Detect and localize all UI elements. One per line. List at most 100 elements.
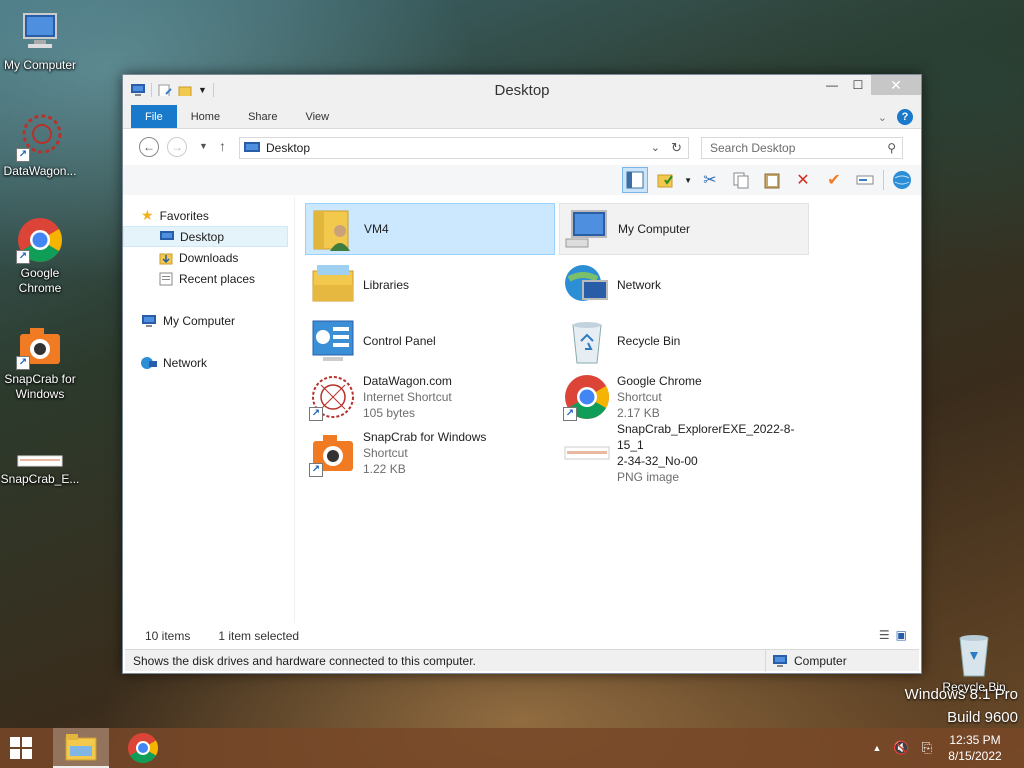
nav-label: Desktop — [180, 229, 225, 244]
item-control-panel[interactable]: Control Panel — [305, 315, 555, 367]
nav-my-computer[interactable]: My Computer — [123, 310, 294, 331]
window-controls: — ☐ ✕ — [819, 75, 921, 95]
paste-icon[interactable] — [759, 167, 785, 193]
maximize-button[interactable]: ☐ — [845, 75, 871, 95]
show-hidden-icons-icon[interactable]: ▲ — [872, 743, 881, 753]
network-status-icon[interactable]: ⎘ — [922, 740, 932, 756]
recycle-bin-icon — [563, 317, 611, 365]
item-vm4[interactable]: VM4 — [305, 203, 555, 255]
nav-desktop[interactable]: Desktop — [123, 226, 288, 247]
desktop-icon-snapcrab-png[interactable]: SnapCrab_E... — [0, 440, 80, 487]
details-bar: Shows the disk drives and hardware conne… — [125, 649, 919, 672]
computer-icon — [16, 8, 64, 56]
expand-ribbon-icon[interactable]: ⌄ — [878, 111, 887, 124]
copy-icon[interactable] — [728, 167, 754, 193]
item-size: 1.22 KB — [363, 462, 406, 476]
start-button[interactable] — [10, 737, 32, 759]
cut-icon[interactable]: ✂ — [697, 167, 723, 193]
minimize-button[interactable]: — — [819, 75, 845, 95]
item-my-computer[interactable]: My Computer — [559, 203, 809, 255]
datawagon-icon: ↗ — [309, 373, 357, 421]
desktop-icon-chrome[interactable]: ↗ Google Chrome — [0, 216, 80, 296]
desktop-icon-snapcrab[interactable]: ↗ SnapCrab for Windows — [0, 322, 80, 402]
tab-home[interactable]: Home — [177, 105, 234, 128]
refresh-icon[interactable]: ↻ — [671, 140, 682, 156]
close-button[interactable]: ✕ — [871, 75, 921, 95]
rename-icon[interactable] — [852, 167, 878, 193]
datawagon-icon: ↗ — [16, 114, 64, 162]
taskbar: ▲ 🔇 ⎘ 12:35 PM 8/15/2022 — [0, 728, 1024, 768]
clock-time: 12:35 PM — [949, 733, 1001, 747]
item-snapcrab-png[interactable]: SnapCrab_ExplorerEXE_2022-8-15_1 2-34-32… — [559, 422, 809, 484]
downloads-folder-icon — [159, 253, 173, 264]
item-name: SnapCrab_ExplorerEXE_2022-8-15_1 — [617, 422, 795, 452]
nav-favorites[interactable]: ★ Favorites — [123, 205, 294, 226]
up-arrow-icon[interactable]: ↑ — [219, 138, 226, 154]
ribbon-tabs: File Home Share View ⌄ ? — [123, 105, 921, 129]
recent-locations-icon[interactable]: ▼ — [199, 141, 208, 151]
search-icon[interactable]: ⚲ — [887, 138, 896, 158]
nav-label: Favorites — [159, 208, 209, 223]
search-input[interactable]: Search Desktop ⚲ — [701, 137, 903, 159]
nav-label: Network — [163, 355, 208, 370]
clock[interactable]: 12:35 PM 8/15/2022 — [944, 732, 1006, 764]
shortcut-arrow-icon: ↗ — [309, 463, 323, 477]
chrome-icon — [128, 733, 159, 764]
png-image-icon — [16, 440, 64, 470]
chevron-down-icon[interactable]: ⌄ — [651, 141, 660, 154]
item-name: Recycle Bin — [617, 334, 681, 348]
status-description: Shows the disk drives and hardware conne… — [133, 653, 476, 668]
chevron-down-icon[interactable]: ▼ — [684, 176, 692, 185]
windows-watermark: Windows 8.1 Pro Build 9600 — [905, 686, 1018, 726]
desktop-icon-label: My Computer — [3, 58, 77, 72]
file-explorer-icon — [65, 734, 97, 761]
system-tray: ▲ 🔇 ⎘ 12:35 PM 8/15/2022 — [872, 728, 1024, 768]
help-icon[interactable]: ? — [897, 109, 913, 125]
item-google-chrome[interactable]: ↗ Google Chrome Shortcut 2.17 KB — [559, 371, 809, 423]
checkmark-icon[interactable]: ✔ — [821, 167, 847, 193]
volume-muted-icon[interactable]: 🔇 — [893, 740, 909, 756]
item-count: 10 items — [145, 629, 191, 643]
title-bar[interactable]: ▼ Desktop — ☐ ✕ — [123, 75, 921, 105]
nav-network[interactable]: Network — [123, 352, 294, 373]
taskbar-file-explorer[interactable] — [53, 728, 109, 768]
desktop-icon-datawagon[interactable]: ↗ DataWagon... — [0, 114, 80, 179]
taskbar-chrome[interactable] — [115, 728, 171, 768]
details-view-icon[interactable]: ☰ — [879, 628, 890, 642]
desktop-icon — [160, 231, 174, 240]
item-name: Google Chrome — [617, 374, 702, 388]
preview-pane-icon[interactable] — [622, 167, 649, 193]
computer-icon — [773, 654, 787, 667]
desktop-icon-label: DataWagon... — [3, 164, 77, 178]
navigation-pane: ★ Favorites Desktop Downloads Recent pla… — [123, 197, 295, 623]
computer-icon — [564, 205, 612, 253]
item-network[interactable]: Network — [559, 259, 809, 311]
item-datawagon[interactable]: ↗ DataWagon.com Internet Shortcut 105 by… — [305, 371, 555, 423]
item-name: My Computer — [618, 222, 691, 236]
tab-share[interactable]: Share — [234, 105, 291, 128]
windows-logo-icon — [10, 737, 20, 747]
png-image-icon — [563, 429, 611, 477]
globe-icon[interactable] — [889, 167, 915, 193]
forward-button[interactable]: → — [167, 137, 187, 157]
nav-label: Downloads — [179, 250, 239, 265]
tab-file[interactable]: File — [131, 105, 177, 128]
large-icons-view-icon[interactable]: ▣ — [896, 628, 907, 642]
desktop-icon-my-computer[interactable]: My Computer — [0, 8, 80, 73]
folder-options-icon[interactable] — [653, 167, 679, 193]
address-bar[interactable]: Desktop ⌄ ↻ — [239, 137, 689, 159]
item-size: 2.17 KB — [617, 406, 660, 420]
item-type: Shortcut — [363, 446, 408, 460]
back-button[interactable]: ← — [139, 137, 159, 157]
item-libraries[interactable]: Libraries — [305, 259, 555, 311]
item-type: Shortcut — [617, 390, 662, 404]
desktop-icon-label: SnapCrab for Windows — [4, 372, 76, 401]
delete-icon[interactable]: ✕ — [790, 167, 816, 193]
item-snapcrab[interactable]: ↗ SnapCrab for Windows Shortcut 1.22 KB — [305, 427, 555, 479]
nav-downloads[interactable]: Downloads — [123, 247, 294, 268]
tab-view[interactable]: View — [291, 105, 343, 128]
item-recycle-bin[interactable]: Recycle Bin — [559, 315, 809, 367]
nav-recent-places[interactable]: Recent places — [123, 268, 294, 289]
watermark-line2: Build 9600 — [947, 709, 1018, 726]
desktop-icon-label: Google Chrome — [18, 266, 62, 295]
